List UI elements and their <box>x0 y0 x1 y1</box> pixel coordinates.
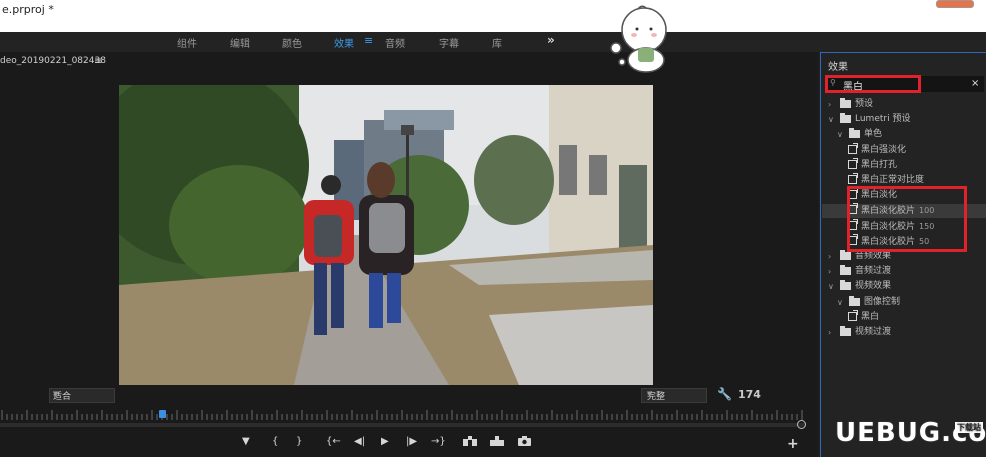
folder-icon <box>840 280 851 291</box>
tab-assembly[interactable]: 组件 <box>177 35 197 50</box>
mark-in-button[interactable]: { <box>272 436 278 447</box>
effect-preset-icon <box>848 142 858 154</box>
effect-preset-icon <box>848 157 858 169</box>
fit-zoom-select[interactable]: 适合 ▼ <box>49 388 115 403</box>
chevron-down-icon: ▼ <box>53 390 59 398</box>
frame-count: 174 <box>738 388 761 401</box>
folder-icon <box>849 128 860 139</box>
play-button[interactable]: ▶ <box>381 436 389 447</box>
playback-quality-select[interactable]: 完整 ▼ <box>641 388 707 403</box>
title-bar: e.prproj * <box>0 0 986 32</box>
folder-icon <box>840 250 851 260</box>
chevron-right-icon[interactable]: › <box>828 265 831 278</box>
tree-item-label: 视频过渡 <box>855 327 892 337</box>
tab-audio[interactable]: 音频 <box>385 35 405 50</box>
zoom-end-handle[interactable] <box>797 420 806 429</box>
folder-icon <box>840 265 851 276</box>
timeline-ruler[interactable] <box>0 408 806 422</box>
folder-icon <box>849 295 860 306</box>
folder-icon <box>840 113 851 124</box>
chevron-right-icon[interactable]: › <box>828 326 831 339</box>
watermark-logo: UEBUG.com 下载站 <box>835 418 986 448</box>
playhead-handle[interactable] <box>159 410 166 418</box>
chevron-right-icon[interactable]: › <box>828 250 831 263</box>
workspace-more-button[interactable]: » <box>547 33 555 47</box>
transport-controls: ▼ { } {← ◀| ▶ |▶ →} <box>0 436 818 452</box>
tree-item-label: 音频过渡 <box>855 266 892 277</box>
search-annotation-box <box>825 75 921 93</box>
tree-item-label: 黑白 <box>861 311 880 322</box>
tree-item-label: 黑白强淡化 <box>861 144 907 155</box>
clear-search-icon[interactable]: × <box>971 78 979 89</box>
tree-item-label: Lumetri 预设 <box>855 114 911 125</box>
add-button[interactable]: + <box>787 436 799 452</box>
wrench-icon[interactable]: 🔧 <box>717 387 732 401</box>
camera-icon[interactable] <box>518 436 531 449</box>
monitor-menu-icon[interactable]: ≡ <box>94 56 102 67</box>
chevron-down-icon: ▼ <box>647 390 653 398</box>
workspace-bar: 组件 编辑 颜色 效果 ≡ 音频 字幕 库 » <box>0 32 986 52</box>
step-forward-button[interactable]: |▶ <box>406 436 417 447</box>
sequence-name: deo_20190221_082438 <box>0 56 106 66</box>
tree-item-label: 图像控制 <box>864 296 901 307</box>
chevron-down-icon[interactable]: ∨ <box>828 280 834 293</box>
mark-out-button[interactable]: } <box>296 436 302 447</box>
tree-item-label: 黑白打孔 <box>861 159 898 170</box>
go-to-out-button[interactable]: →} <box>431 436 446 447</box>
video-frame <box>119 85 653 385</box>
folder-icon <box>840 98 851 108</box>
add-marker-button[interactable]: ▼ <box>242 436 250 447</box>
tab-color[interactable]: 颜色 <box>282 35 302 50</box>
step-back-button[interactable]: ◀| <box>354 436 365 447</box>
tree-item-label: 预设 <box>855 99 874 109</box>
tab-editing[interactable]: 编辑 <box>230 35 250 50</box>
watermark-badge: 下载站 <box>955 422 983 433</box>
workspace-menu-icon[interactable]: ≡ <box>364 34 373 47</box>
overwrite-icon[interactable] <box>490 436 504 449</box>
tab-captions[interactable]: 字幕 <box>439 35 459 50</box>
video-scene-image <box>119 85 653 385</box>
effect-preset-icon <box>848 173 858 184</box>
chevron-right-icon[interactable]: › <box>828 98 831 111</box>
cartoon-sticker <box>610 5 667 73</box>
tree-item-label: 视频效果 <box>855 281 892 292</box>
timeline-scrollbar[interactable] <box>0 423 806 427</box>
effect-preset-icon <box>848 309 858 321</box>
window-control-button[interactable] <box>936 0 974 8</box>
tab-effects[interactable]: 效果 <box>334 35 354 50</box>
window-title: e.prproj * <box>2 3 54 16</box>
insert-icon[interactable] <box>463 436 477 449</box>
chevron-down-icon[interactable]: ∨ <box>828 113 834 126</box>
folder-icon <box>840 326 851 336</box>
go-to-in-button[interactable]: {← <box>326 436 341 447</box>
chevron-down-icon[interactable]: ∨ <box>837 128 843 141</box>
chevron-down-icon[interactable]: ∨ <box>837 296 843 309</box>
tab-libraries[interactable]: 库 <box>492 35 502 50</box>
tree-item-label: 单色 <box>864 129 883 140</box>
effects-panel-title: 效果 <box>828 62 848 73</box>
effects-annotation-box <box>847 186 967 252</box>
